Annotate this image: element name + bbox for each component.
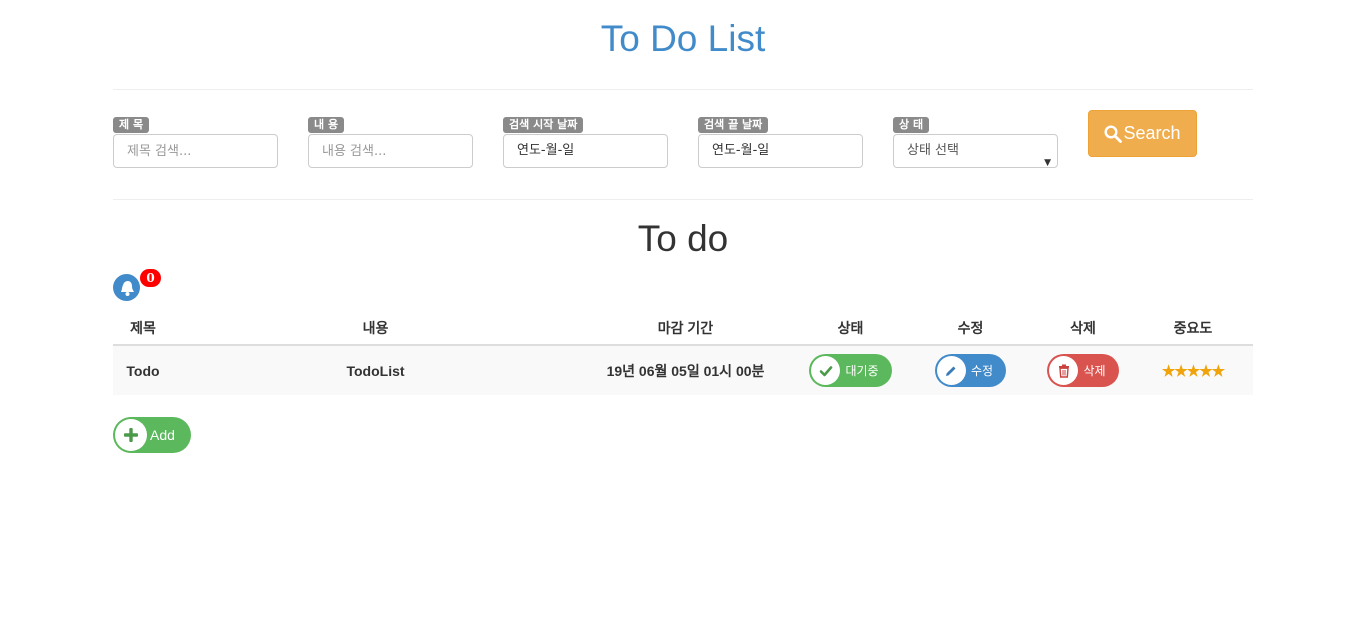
delete-button-label: 삭제 <box>1083 364 1106 378</box>
start-date-filter: 검색 시작 날짜 연도-월-일 <box>503 113 668 168</box>
add-button-label: Add <box>150 427 175 443</box>
title-filter-label: 제 목 <box>113 117 150 133</box>
end-date-input[interactable]: 연도-월-일 <box>698 134 863 168</box>
status-filter: 상 태 상태 선택 ▼ <box>893 113 1058 168</box>
status-button[interactable]: 대기중 <box>809 354 892 387</box>
check-icon <box>811 356 841 385</box>
search-button-label: Search <box>1123 123 1181 143</box>
status-filter-label: 상 태 <box>893 117 930 133</box>
pencil-icon <box>936 356 966 385</box>
content-filter: 내 용 <box>308 113 473 168</box>
search-button[interactable]: Search <box>1088 110 1197 157</box>
content-search-input[interactable] <box>308 134 473 168</box>
row-content: TodoList <box>173 345 578 395</box>
start-date-label: 검색 시작 날짜 <box>503 117 584 133</box>
table-row: Todo TodoList 19년 06월 05일 01시 00분 대기중 수정… <box>113 345 1253 395</box>
notification-badge: 0 <box>140 269 161 287</box>
delete-button[interactable]: 삭제 <box>1047 354 1119 387</box>
content-filter-label: 내 용 <box>308 117 345 133</box>
header-importance: 중요도 <box>1133 311 1253 346</box>
end-date-filter: 검색 끝 날짜 연도-월-일 <box>698 113 863 168</box>
header-status: 상태 <box>793 311 908 346</box>
edit-button[interactable]: 수정 <box>934 354 1007 387</box>
row-delete-cell: 삭제 <box>1033 345 1133 395</box>
notification-button[interactable] <box>113 274 140 301</box>
section-title: To do <box>637 218 729 259</box>
row-title: Todo <box>113 345 173 395</box>
add-button[interactable]: Add <box>113 417 191 453</box>
header-delete: 삭제 <box>1033 311 1133 346</box>
start-date-input[interactable]: 연도-월-일 <box>503 134 668 168</box>
filter-divider <box>113 199 1253 200</box>
header-content: 내용 <box>173 311 578 346</box>
page-container: To Do List 제 목 내 용 검색 시작 날짜 연도-월-일 검색 끝 … <box>113 0 1253 623</box>
title-filter: 제 목 <box>113 113 278 168</box>
row-status-cell: 대기중 <box>793 345 908 395</box>
trash-icon <box>1049 356 1079 385</box>
row-deadline: 19년 06월 05일 01시 00분 <box>578 345 793 395</box>
header-edit: 수정 <box>908 311 1033 346</box>
header-title: 제목 <box>113 311 173 346</box>
row-importance-cell: ★★★★★ <box>1133 345 1253 395</box>
bell-icon <box>120 280 134 296</box>
top-divider <box>113 89 1253 90</box>
row-edit-cell: 수정 <box>908 345 1033 395</box>
title-search-input[interactable] <box>113 134 278 168</box>
header-deadline: 마감 기간 <box>578 311 793 346</box>
status-select[interactable]: 상태 선택 ▼ <box>893 134 1058 168</box>
search-icon <box>1104 124 1123 143</box>
table-header-row: 제목 내용 마감 기간 상태 수정 삭제 중요도 <box>113 311 1253 346</box>
status-button-label: 대기중 <box>845 364 879 378</box>
status-select-value: 상태 선택 <box>907 143 959 158</box>
page-title: To Do List <box>600 18 766 59</box>
importance-stars: ★★★★★ <box>1161 362 1225 380</box>
todo-table: 제목 내용 마감 기간 상태 수정 삭제 중요도 Todo TodoList 1… <box>113 311 1253 395</box>
edit-button-label: 수정 <box>970 364 994 378</box>
end-date-label: 검색 끝 날짜 <box>698 117 769 133</box>
dropdown-caret-icon: ▼ <box>1044 158 1051 168</box>
plus-icon <box>115 419 147 451</box>
